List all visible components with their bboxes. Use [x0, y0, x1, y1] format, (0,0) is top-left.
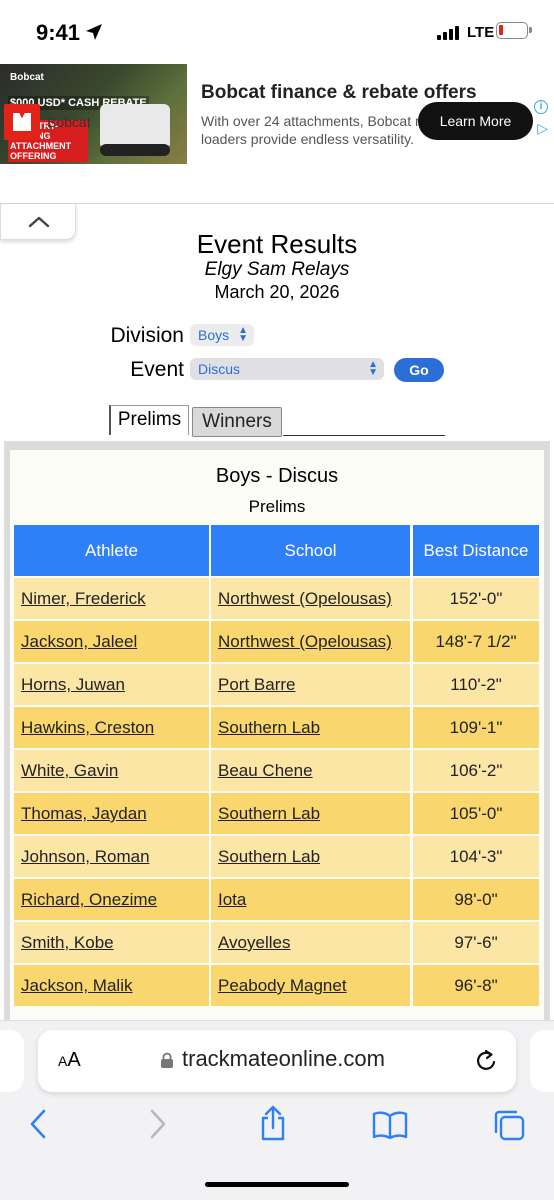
table-cell-athlete[interactable]: Richard, Onezime [14, 879, 209, 920]
chevron-up-icon [28, 216, 50, 228]
ad-image-brand: Bobcat [10, 72, 44, 83]
table-cell-school[interactable]: Beau Chene [211, 750, 410, 791]
bookmarks-icon[interactable] [372, 1110, 408, 1140]
table-cell-athlete[interactable]: Hawkins, Creston [14, 707, 209, 748]
table-cell-athlete[interactable]: White, Gavin [14, 750, 209, 791]
table-cell-best: 105'-0" [413, 793, 539, 834]
select-chevrons-icon: ▲ ▼ [238, 325, 248, 344]
division-selected: Boys [198, 327, 230, 343]
ad-brand[interactable]: Bobcat [47, 114, 91, 130]
event-select[interactable]: Discus ▲ ▼ [190, 358, 384, 380]
school-link[interactable]: Northwest (Opelousas) [218, 632, 392, 651]
url-text[interactable]: trackmateonline.com [182, 1046, 385, 1072]
text-size-button[interactable]: AA [58, 1049, 81, 1072]
ad-info-icon[interactable]: i [534, 100, 548, 114]
tabs-icon[interactable] [492, 1108, 526, 1142]
school-link[interactable]: Northwest (Opelousas) [218, 589, 392, 608]
table-cell-best: 152'-0" [413, 578, 539, 619]
table-cell-best: 96'-8" [413, 965, 539, 1006]
athlete-link[interactable]: Smith, Kobe [21, 933, 114, 952]
loader-image [100, 104, 170, 156]
event-label: Event [130, 358, 184, 381]
previous-tab-preview[interactable] [0, 1030, 24, 1092]
table-cell-athlete[interactable]: Thomas, Jaydan [14, 793, 209, 834]
school-link[interactable]: Southern Lab [218, 804, 320, 823]
table-cell-school[interactable]: Peabody Magnet [211, 965, 410, 1006]
status-time: 9:41 [36, 20, 81, 45]
tab-winners[interactable]: Winners [192, 407, 282, 437]
learn-more-button[interactable]: Learn More [418, 102, 533, 140]
athlete-link[interactable]: Horns, Juwan [21, 675, 125, 694]
table-cell-school[interactable]: Southern Lab [211, 793, 410, 834]
school-link[interactable]: Southern Lab [218, 718, 320, 737]
table-cell-athlete[interactable]: Johnson, Roman [14, 836, 209, 877]
athlete-link[interactable]: Jackson, Malik [21, 976, 132, 995]
location-arrow-icon [86, 24, 102, 40]
table-cell-best: 106'-2" [413, 750, 539, 791]
school-link[interactable]: Port Barre [218, 675, 295, 694]
network-type: LTE [467, 24, 495, 41]
athlete-link[interactable]: Richard, Onezime [21, 890, 157, 909]
school-link[interactable]: Southern Lab [218, 847, 320, 866]
ad-choices-icon[interactable]: ▷ [537, 120, 548, 137]
athlete-link[interactable]: Hawkins, Creston [21, 718, 154, 737]
school-link[interactable]: Avoyelles [218, 933, 290, 952]
table-cell-best: 148'-7 1/2" [413, 621, 539, 662]
school-link[interactable]: Beau Chene [218, 761, 313, 780]
tab-prelims[interactable]: Prelims [109, 405, 189, 435]
column-header-athlete: Athlete [14, 525, 209, 576]
table-cell-athlete[interactable]: Smith, Kobe [14, 922, 209, 963]
forward-icon[interactable] [148, 1108, 168, 1140]
table-cell-athlete[interactable]: Jackson, Malik [14, 965, 209, 1006]
battery-icon [496, 22, 532, 39]
cellular-signal-icon [437, 26, 463, 40]
meet-name: Elgy Sam Relays [204, 259, 350, 280]
back-icon[interactable] [28, 1108, 48, 1140]
athlete-link[interactable]: Johnson, Roman [21, 847, 150, 866]
table-cell-school[interactable]: Avoyelles [211, 922, 410, 963]
results-title: Boys - Discus [215, 465, 339, 487]
table-cell-school[interactable]: Southern Lab [211, 707, 410, 748]
table-cell-athlete[interactable]: Jackson, Jaleel [14, 621, 209, 662]
tab-divider [283, 435, 445, 436]
athlete-link[interactable]: Jackson, Jaleel [21, 632, 137, 651]
table-cell-school[interactable]: Northwest (Opelousas) [211, 621, 410, 662]
table-cell-best: 98'-0" [413, 879, 539, 920]
share-icon[interactable] [258, 1104, 288, 1142]
division-label: Division [110, 324, 184, 347]
status-bar: 9:41 LTE [0, 0, 554, 60]
column-header-best-distance: Best Distance [413, 525, 539, 576]
select-chevrons-icon: ▲ ▼ [368, 359, 378, 378]
athlete-link[interactable]: White, Gavin [21, 761, 118, 780]
lock-icon [161, 1052, 173, 1068]
column-header-school: School [211, 525, 410, 576]
table-cell-best: 97'-6" [413, 922, 539, 963]
page-title: Event Results [196, 229, 358, 259]
go-button[interactable]: Go [394, 358, 444, 382]
table-cell-athlete[interactable]: Nimer, Frederick [14, 578, 209, 619]
table-cell-athlete[interactable]: Horns, Juwan [14, 664, 209, 705]
school-link[interactable]: Peabody Magnet [218, 976, 347, 995]
reload-icon[interactable] [474, 1048, 498, 1074]
division-select[interactable]: Boys ▲ ▼ [190, 324, 254, 346]
ad-title[interactable]: Bobcat finance & rebate offers [201, 82, 477, 104]
table-cell-best: 104'-3" [413, 836, 539, 877]
athlete-link[interactable]: Thomas, Jaydan [21, 804, 147, 823]
home-indicator [205, 1182, 349, 1187]
next-tab-preview[interactable] [530, 1030, 554, 1092]
table-cell-school[interactable]: Port Barre [211, 664, 410, 705]
meet-date: March 20, 2026 [214, 282, 340, 302]
table-cell-school[interactable]: Iota [211, 879, 410, 920]
table-cell-school[interactable]: Northwest (Opelousas) [211, 578, 410, 619]
results-subtitle: Prelims [248, 497, 306, 516]
athlete-link[interactable]: Nimer, Frederick [21, 589, 146, 608]
table-cell-best: 110'-2" [413, 664, 539, 705]
table-cell-best: 109'-1" [413, 707, 539, 748]
event-selected: Discus [198, 361, 241, 377]
table-cell-school[interactable]: Southern Lab [211, 836, 410, 877]
school-link[interactable]: Iota [218, 890, 246, 909]
bobcat-logo-icon[interactable] [4, 104, 40, 140]
